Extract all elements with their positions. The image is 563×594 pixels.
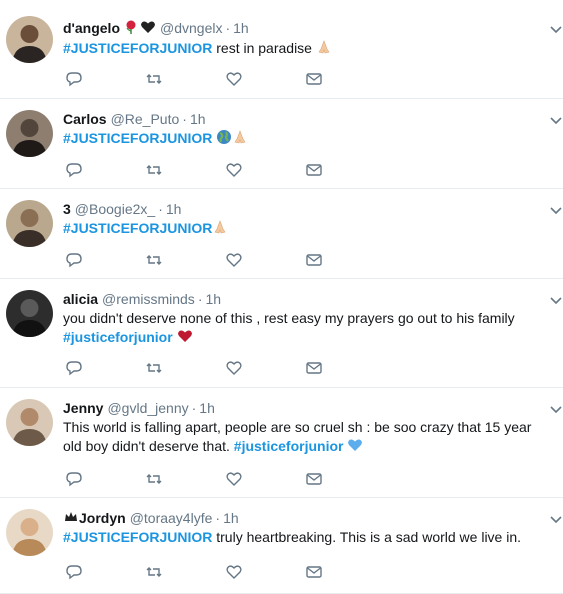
hashtag-link[interactable]: #JUSTICEFORJUNIOR <box>63 529 212 545</box>
retweet-icon[interactable] <box>145 70 163 88</box>
retweet-icon[interactable] <box>145 251 163 269</box>
tweet-header: Jordyn @toraay4lyfe · 1h <box>63 509 239 529</box>
dm-icon[interactable] <box>305 563 323 581</box>
dm-icon[interactable] <box>305 251 323 269</box>
dm-icon[interactable] <box>305 70 323 88</box>
chevron-down-icon[interactable] <box>549 512 563 526</box>
separator-dot: · <box>225 20 231 36</box>
avatar[interactable] <box>6 16 53 63</box>
dm-icon[interactable] <box>305 359 323 377</box>
avatar[interactable] <box>6 110 53 157</box>
tweet-header: alicia @remissminds · 1h <box>63 290 221 308</box>
folded-hands-icon <box>212 219 228 240</box>
timestamp[interactable]: 1h <box>233 20 249 36</box>
display-name[interactable]: 3 <box>63 201 71 217</box>
hashtag-link[interactable]: #JUSTICEFORJUNIOR <box>63 130 212 146</box>
tweet-text-segment: truly heartbreaking. This is a sad world… <box>212 529 522 545</box>
reply-icon[interactable] <box>65 251 83 269</box>
separator-dot: · <box>197 291 203 307</box>
user-handle[interactable]: @toraay4lyfe <box>130 510 213 526</box>
tweet[interactable]: Carlos @Re_Puto · 1h #JUSTICEFORJUNIOR <box>0 99 563 189</box>
timestamp[interactable]: 1h <box>199 400 215 416</box>
timestamp[interactable]: 1h <box>190 111 206 127</box>
chevron-down-icon[interactable] <box>549 113 563 127</box>
tweet-header: Carlos @Re_Puto · 1h <box>63 110 206 128</box>
crown-icon <box>63 509 79 529</box>
timestamp[interactable]: 1h <box>205 291 221 307</box>
avatar[interactable] <box>6 399 53 446</box>
display-name[interactable]: Jordyn <box>79 510 126 526</box>
separator-dot: · <box>215 510 221 526</box>
display-name[interactable]: alicia <box>63 291 98 307</box>
tweet-text-segment: rest in paradise <box>212 40 316 56</box>
user-handle[interactable]: @dvngelx <box>160 20 222 36</box>
globe-icon <box>216 129 232 150</box>
user-handle[interactable]: @gvld_jenny <box>107 400 188 416</box>
tweet[interactable]: alicia @remissminds · 1h you didn't deserve … <box>0 279 563 388</box>
tweet[interactable]: 3 @Boogie2x_ · 1h #JUSTICEFORJUNIOR <box>0 189 563 279</box>
tweet-header: 3 @Boogie2x_ · 1h <box>63 200 181 218</box>
separator-dot: · <box>182 111 187 127</box>
tweet-header: d'angelo @dvngelx · 1h <box>63 19 249 39</box>
retweet-icon[interactable] <box>145 470 163 488</box>
tweet-text: #JUSTICEFORJUNIOR rest in paradise <box>63 39 543 60</box>
retweet-icon[interactable] <box>145 359 163 377</box>
user-handle[interactable]: @remissminds <box>102 291 195 307</box>
chevron-down-icon[interactable] <box>549 22 563 36</box>
timestamp[interactable]: 1h <box>166 201 182 217</box>
chevron-down-icon[interactable] <box>549 402 563 416</box>
tweet-text: you didn't deserve none of this , rest e… <box>63 309 543 349</box>
hashtag-link[interactable]: #JUSTICEFORJUNIOR <box>63 40 212 56</box>
tweet-text: This world is falling apart, people are … <box>63 418 543 458</box>
avatar[interactable] <box>6 509 53 556</box>
avatar[interactable] <box>6 290 53 337</box>
separator-dot: · <box>158 201 163 217</box>
tweet-feed: d'angelo @dvngelx · 1h #JUSTICEFORJUNIOR res… <box>0 0 563 594</box>
user-handle[interactable]: @Re_Puto <box>111 111 180 127</box>
tweet-text: #JUSTICEFORJUNIOR truly heartbreaking. T… <box>63 528 543 547</box>
folded-hands-icon <box>316 39 332 60</box>
like-icon[interactable] <box>225 251 243 269</box>
folded-hands-icon <box>232 129 248 150</box>
tweet[interactable]: Jordyn @toraay4lyfe · 1h #JUSTICEFORJUNIOR t… <box>0 498 563 594</box>
hashtag-link[interactable]: #justiceforjunior <box>234 438 344 454</box>
tweet-text: #JUSTICEFORJUNIOR <box>63 129 543 150</box>
retweet-icon[interactable] <box>145 563 163 581</box>
reply-icon[interactable] <box>65 359 83 377</box>
like-icon[interactable] <box>225 161 243 179</box>
blue-heart-icon <box>347 437 363 458</box>
like-icon[interactable] <box>225 563 243 581</box>
red-heart-icon <box>177 328 193 349</box>
rose-icon <box>123 19 139 39</box>
reply-icon[interactable] <box>65 161 83 179</box>
dm-icon[interactable] <box>305 470 323 488</box>
tweet[interactable]: Jenny @gvld_jenny · 1h This world is falling… <box>0 388 563 498</box>
display-name[interactable]: Jenny <box>63 400 103 416</box>
timestamp[interactable]: 1h <box>223 510 239 526</box>
like-icon[interactable] <box>225 470 243 488</box>
hashtag-link[interactable]: #justiceforjunior <box>63 329 173 345</box>
chevron-down-icon[interactable] <box>549 203 563 217</box>
separator-dot: · <box>191 400 197 416</box>
like-icon[interactable] <box>225 359 243 377</box>
like-icon[interactable] <box>225 70 243 88</box>
user-handle[interactable]: @Boogie2x_ <box>75 201 155 217</box>
reply-icon[interactable] <box>65 563 83 581</box>
avatar[interactable] <box>6 200 53 247</box>
reply-icon[interactable] <box>65 470 83 488</box>
tweet[interactable]: d'angelo @dvngelx · 1h #JUSTICEFORJUNIOR res… <box>0 0 563 99</box>
retweet-icon[interactable] <box>145 161 163 179</box>
display-name[interactable]: d'angelo <box>63 20 120 36</box>
display-name[interactable]: Carlos <box>63 111 107 127</box>
dm-icon[interactable] <box>305 161 323 179</box>
tweet-header: Jenny @gvld_jenny · 1h <box>63 399 215 417</box>
reply-icon[interactable] <box>65 70 83 88</box>
tweet-text: #JUSTICEFORJUNIOR <box>63 219 543 240</box>
chevron-down-icon[interactable] <box>549 293 563 307</box>
black-heart-icon <box>140 19 156 39</box>
tweet-text-segment: you didn't deserve none of this , rest e… <box>63 310 515 326</box>
hashtag-link[interactable]: #JUSTICEFORJUNIOR <box>63 220 212 236</box>
